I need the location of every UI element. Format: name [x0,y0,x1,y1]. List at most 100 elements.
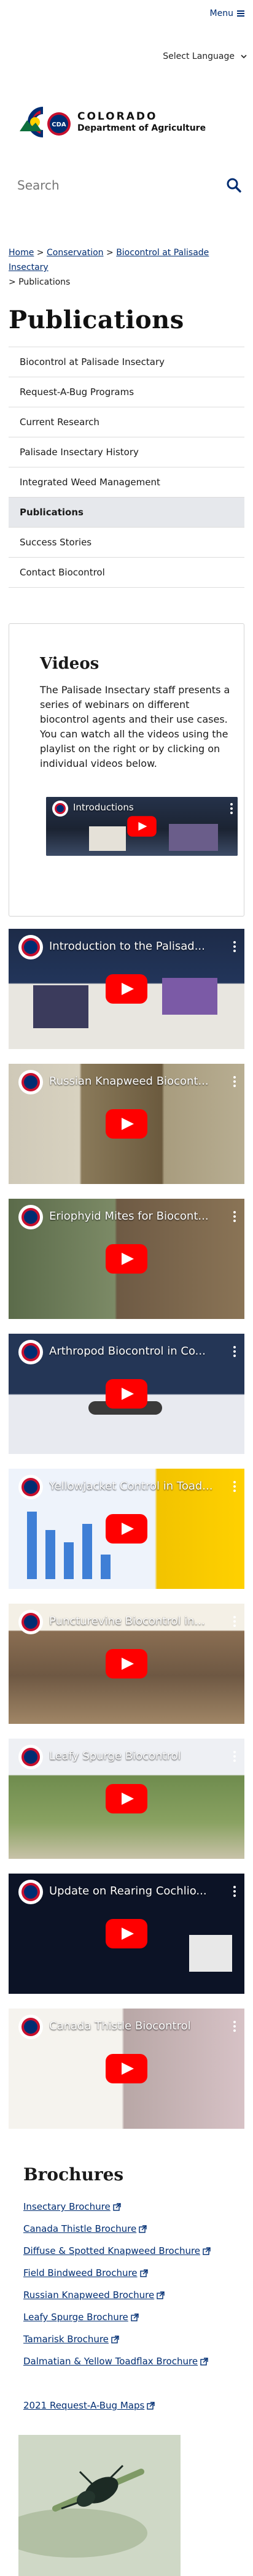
play-icon[interactable] [106,1244,147,1274]
brochure-link-label: Field Bindweed Brochure [23,2267,138,2278]
cda-badge-icon [18,1205,43,1229]
brochure-link[interactable]: Diffuse & Spotted Knapweed Brochure [23,2240,244,2262]
video-tile[interactable]: Puncturevine Biocontrol in... [9,1604,244,1724]
search-icon[interactable] [226,177,242,193]
external-link-icon [147,2402,155,2410]
video-tile[interactable]: Update on Rearing Cochlio... [9,1874,244,1994]
svg-text:CDA: CDA [52,121,66,128]
kebab-menu-icon[interactable] [233,941,236,952]
logo-row: CDA COLORADO Department of Agriculture [0,86,253,172]
nav-item-request-a-bug[interactable]: Request-A-Bug Programs [9,377,244,407]
nav-item-weed-management[interactable]: Integrated Weed Management [9,467,244,498]
language-select-label: Select Language [163,52,235,61]
brochure-link[interactable]: Insectary Brochure [23,2196,244,2218]
play-icon[interactable] [106,1109,147,1139]
playlist-title: Introductions [73,802,134,813]
breadcrumb-separator: > [106,248,114,258]
brochure-link[interactable]: Canada Thistle Brochure [23,2218,244,2240]
play-icon[interactable] [106,1649,147,1678]
cda-logo[interactable]: CDA COLORADO Department of Agriculture [16,102,206,142]
brochure-link-label: Tamarisk Brochure [23,2334,109,2345]
breadcrumb-separator: > [9,277,16,287]
request-a-bug-maps-label: 2021 Request-A-Bug Maps [23,2400,145,2411]
brochure-link[interactable]: Field Bindweed Brochure [23,2262,244,2284]
kebab-menu-icon[interactable] [233,1751,236,1762]
cda-badge-icon [52,801,68,817]
cda-badge-icon [18,1880,43,1904]
video-tile[interactable]: Introduction to the Palisad... [9,929,244,1049]
nav-item-biocontrol[interactable]: Biocontrol at Palisade Insectary [9,347,244,377]
nav-item-contact[interactable]: Contact Biocontrol [9,558,244,588]
video-title: Leafy Spurge Biocontrol [49,1750,181,1763]
video-title: Yellowjacket Control in Toad... [49,1480,213,1493]
brochure-link-label: Leafy Spurge Brochure [23,2312,128,2323]
video-title: Canada Thistle Biocontrol [49,2020,191,2032]
nav-item-success-stories[interactable]: Success Stories [9,528,244,558]
video-title: Puncturevine Biocontrol in... [49,1615,205,1628]
brochure-link-label: Diffuse & Spotted Knapweed Brochure [23,2245,201,2256]
menu-button[interactable]: Menu [210,9,244,18]
video-tile[interactable]: Yellowjacket Control in Toad... [9,1469,244,1589]
cda-badge-icon [18,2015,43,2039]
breadcrumb-home[interactable]: Home [9,248,34,258]
video-tile[interactable]: Russian Knapweed Biocont... [9,1064,244,1184]
video-list: Introduction to the Palisad... Russian K… [0,929,253,2129]
brochure-link[interactable]: Leafy Spurge Brochure [23,2306,244,2328]
external-link-icon [200,2358,208,2366]
nav-item-history[interactable]: Palisade Insectary History [9,437,244,467]
brochure-link[interactable]: Tamarisk Brochure [23,2328,244,2350]
play-icon[interactable] [106,1379,147,1409]
video-tile[interactable]: Arthropod Biocontrol in Co... [9,1334,244,1454]
playlist-embed[interactable]: Introductions [46,797,238,856]
play-icon[interactable] [106,1514,147,1544]
brochure-link-label: Dalmatian & Yellow Toadflax Brochure [23,2356,198,2367]
cda-badge-icon [18,1610,43,1634]
language-select[interactable]: Select Language [163,52,247,61]
kebab-menu-icon[interactable] [233,1346,236,1357]
menu-label: Menu [209,9,233,18]
brochure-link-label: Insectary Brochure [23,2201,111,2212]
play-icon[interactable] [106,974,147,1004]
breadcrumb-separator: > [36,248,44,258]
brochure-link[interactable]: Russian Knapweed Brochure [23,2284,244,2306]
video-title: Arthropod Biocontrol in Co... [49,1345,206,1358]
cda-badge-icon [18,1070,43,1094]
external-link-icon [139,2225,147,2233]
section-nav: Biocontrol at Palisade Insectary Request… [9,347,244,588]
logo-text: COLORADO Department of Agriculture [77,110,206,133]
logo-state: COLORADO [77,110,158,123]
play-icon[interactable] [106,1784,147,1813]
video-tile[interactable]: Eriophyid Mites for Biocont... [9,1199,244,1319]
brochure-link-label: Canada Thistle Brochure [23,2223,137,2234]
colorado-c-logo-icon: CDA [20,107,71,137]
video-tile[interactable]: Leafy Spurge Biocontrol [9,1739,244,1859]
external-link-icon [113,2203,121,2211]
kebab-menu-icon[interactable] [233,1211,236,1222]
kebab-menu-icon[interactable] [233,1886,236,1897]
request-a-bug-maps-link[interactable]: 2021 Request-A-Bug Maps [23,2394,244,2416]
brochure-link[interactable]: Dalmatian & Yellow Toadflax Brochure [23,2350,244,2372]
kebab-menu-icon[interactable] [233,1076,236,1087]
breadcrumb-conservation[interactable]: Conservation [47,248,104,258]
kebab-menu-icon[interactable] [230,803,233,814]
videos-heading: Videos [40,655,99,673]
external-link-icon [131,2313,139,2321]
videos-card: Videos The Palisade Insectary staff pres… [9,623,244,917]
search-input[interactable] [12,178,226,193]
brochures-heading: Brochures [23,2164,124,2185]
play-icon[interactable] [127,816,157,837]
nav-item-current-research[interactable]: Current Research [9,407,244,437]
video-title: Update on Rearing Cochlio... [49,1885,207,1897]
beetle-photo [18,2435,181,2576]
cda-badge-icon [18,935,43,959]
nav-item-publications[interactable]: Publications [9,498,244,528]
kebab-menu-icon[interactable] [233,2021,236,2032]
kebab-menu-icon[interactable] [233,1481,236,1492]
play-icon[interactable] [106,2054,147,2083]
play-icon[interactable] [106,1919,147,1948]
cda-badge-icon [18,1340,43,1364]
kebab-menu-icon[interactable] [233,1616,236,1627]
language-row: Select Language [0,28,253,86]
video-title: Introduction to the Palisad... [49,940,205,953]
video-tile[interactable]: Canada Thistle Biocontrol [9,2009,244,2129]
